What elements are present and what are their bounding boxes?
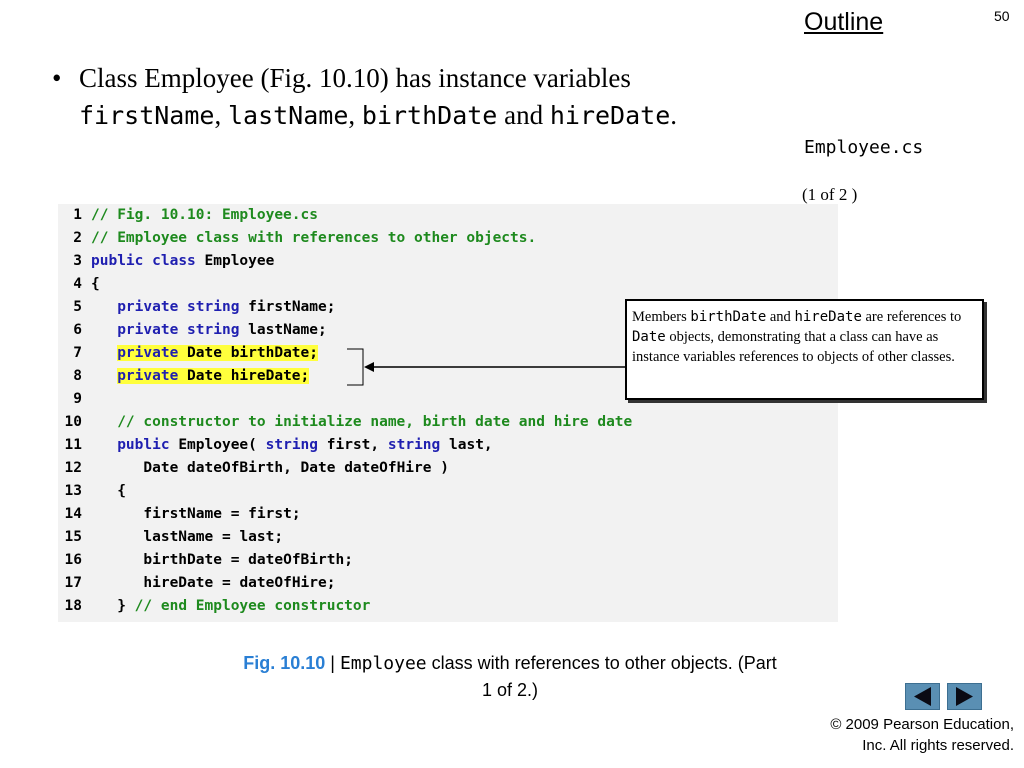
copyright-line-2: Inc. All rights reserved. (862, 737, 1014, 754)
callout-member-birthdate: birthDate (690, 309, 767, 325)
arrow-head (364, 362, 374, 372)
next-slide-button[interactable] (947, 683, 982, 710)
callout-text-1: Members (632, 309, 691, 325)
copyright-line-1: © 2009 Pearson Education, (830, 716, 1014, 733)
right-triangle-icon (956, 687, 973, 706)
callout-box: Members birthDate and hireDate are refer… (625, 299, 984, 400)
caption-fig-label: Fig. 10.10 (243, 653, 326, 673)
caption-separator: | (325, 653, 340, 673)
prev-slide-button[interactable] (905, 683, 940, 710)
left-triangle-icon (914, 687, 931, 706)
copyright-notice: © 2009 Pearson Education, Inc. All right… (790, 714, 1014, 756)
bracket-line (347, 348, 364, 386)
callout-member-hiredate: hireDate (794, 309, 862, 325)
figure-caption: Fig. 10.10 | Employee class with referen… (240, 650, 780, 704)
callout-text-3: are references to (861, 309, 962, 325)
caption-class-name: Employee (339, 653, 427, 674)
callout-text-4: objects, demonstrating that a class can … (632, 329, 955, 365)
caption-rest: class with references to other objects. … (426, 653, 777, 700)
callout-text-2: and (766, 309, 795, 325)
callout-type-date: Date (632, 329, 666, 345)
